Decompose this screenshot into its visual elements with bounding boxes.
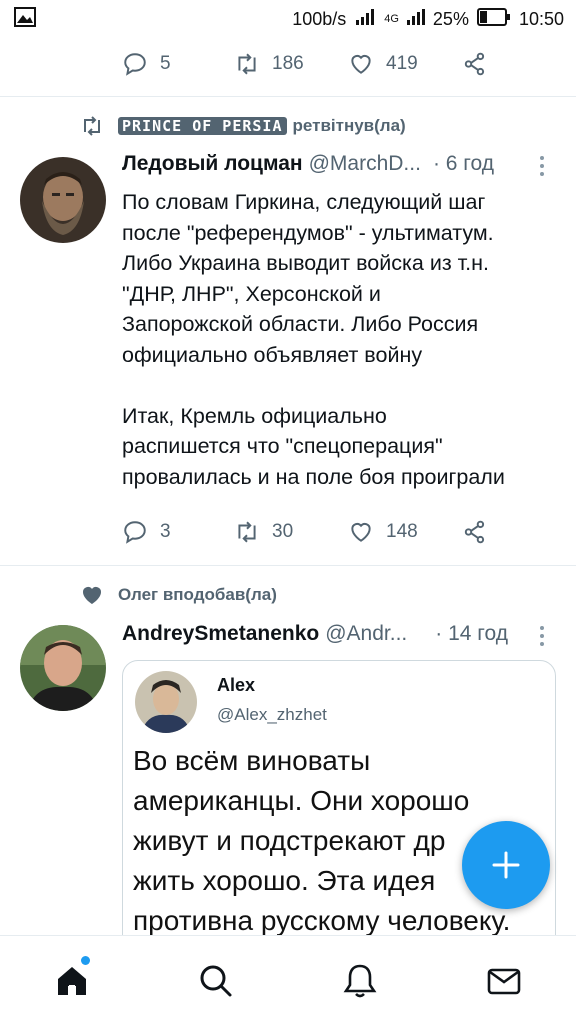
avatar[interactable] [20, 625, 106, 711]
author-handle[interactable]: @Andr... [325, 622, 407, 646]
battery-icon [476, 7, 511, 31]
home-icon [58, 967, 86, 995]
nav-notifications[interactable] [340, 961, 380, 1001]
retweet-suffix: ретвітнув(ла) [292, 116, 406, 135]
quote-author-handle: @Alex_zhzhet [217, 705, 327, 724]
heart-icon [351, 522, 371, 542]
more-options-icon[interactable] [538, 155, 546, 183]
mail-icon [487, 968, 521, 995]
divider [0, 565, 576, 566]
quoted-tweet[interactable]: Alex @Alex_zhzhet Во всём виноваты амери… [122, 660, 556, 960]
plus-icon [492, 851, 520, 879]
more-options-icon[interactable] [538, 625, 546, 653]
author-handle[interactable]: @MarchD... [309, 152, 421, 176]
nav-search[interactable] [196, 961, 236, 1001]
compose-button[interactable] [462, 821, 550, 909]
share-button[interactable] [462, 51, 488, 77]
retweet-context[interactable]: PRINCE OF PERSIA ретвітнув(ла) [80, 114, 406, 138]
author-name[interactable]: AndreySmetanenko [122, 622, 319, 646]
reply-count: 3 [160, 521, 171, 542]
reply-count: 5 [160, 53, 171, 74]
tweet-header: Ледовый лоцман @MarchD... · 6 год [122, 152, 494, 176]
retweet-icon [238, 521, 256, 543]
heart-filled-icon [83, 587, 101, 604]
signal-icon [354, 8, 376, 30]
retweet-icon [238, 53, 256, 75]
share-icon [464, 520, 485, 544]
clock: 10:50 [518, 8, 564, 29]
like-count: 419 [386, 53, 418, 74]
notification-dot [81, 956, 90, 965]
status-bar: 100b/s 4G 25% 10:50 [0, 0, 576, 38]
tweet-text: По словам Гиркина, следующий шаг после "… [122, 190, 505, 489]
quote-author-name: Alex [217, 675, 256, 695]
reply-icon [124, 53, 146, 76]
network-speed: 100b/s [292, 8, 347, 29]
retweet-count: 186 [272, 53, 304, 74]
like-button[interactable]: 148 [348, 519, 418, 545]
previous-tweet-actions: 5 186 419 [122, 44, 542, 84]
like-count: 148 [386, 521, 418, 542]
share-button[interactable] [462, 519, 488, 545]
nav-home[interactable] [52, 961, 92, 1001]
like-button[interactable]: 419 [348, 51, 418, 77]
tweet-time[interactable]: · 6 год [433, 152, 494, 176]
share-icon [464, 52, 485, 76]
like-context[interactable]: Олег вподобав(ла) [80, 583, 277, 607]
bell-icon [343, 964, 377, 998]
nav-messages[interactable] [484, 961, 524, 1001]
gallery-icon [14, 6, 36, 32]
tweet-actions: 3 30 148 [122, 512, 542, 552]
search-icon [200, 965, 232, 997]
retweeter-name: PRINCE OF PERSIA [118, 117, 287, 135]
reply-icon [124, 521, 146, 544]
author-name[interactable]: Ледовый лоцман [122, 152, 303, 176]
reply-button[interactable]: 5 [122, 51, 171, 77]
quote-avatar [135, 671, 197, 733]
signal-icon-2 [406, 8, 425, 30]
retweet-button[interactable]: 186 [234, 51, 304, 77]
retweet-icon [84, 116, 100, 136]
avatar[interactable] [20, 157, 106, 243]
battery-percent: 25% [432, 8, 469, 29]
heart-icon [351, 54, 371, 74]
tweet-time[interactable]: · 14 год [435, 622, 508, 646]
retweet-button[interactable]: 30 [234, 519, 293, 545]
bottom-nav [0, 935, 576, 1024]
divider [0, 96, 576, 97]
retweet-count: 30 [272, 521, 294, 542]
reply-button[interactable]: 3 [122, 519, 171, 545]
tweet-header: AndreySmetanenko @Andr... · 14 год [122, 622, 508, 646]
network-type: 4G [384, 13, 399, 25]
liked-by-text: Олег вподобав(ла) [118, 585, 277, 604]
